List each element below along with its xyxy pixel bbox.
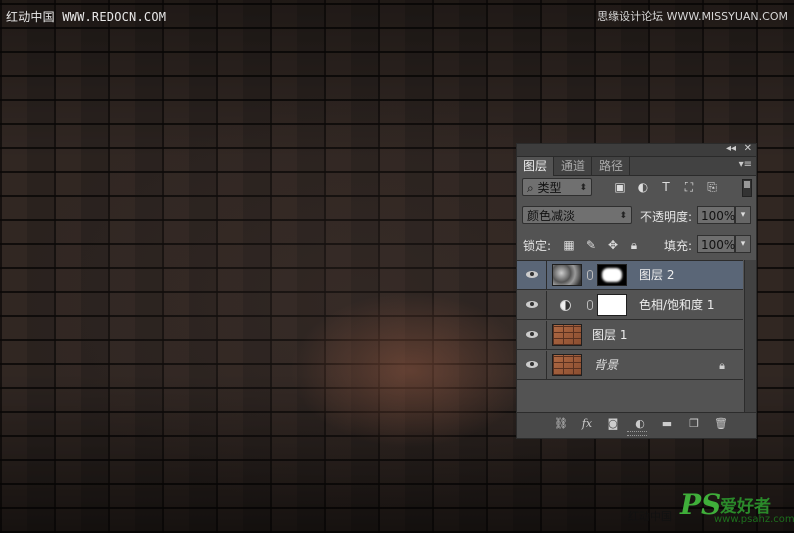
fill-label: 填充: bbox=[664, 239, 693, 253]
lock-label: 锁定: bbox=[523, 239, 552, 253]
filter-toggle[interactable] bbox=[742, 179, 752, 197]
watermark-top-right: 思缘设计论坛 WWW.MISSYUAN.COM bbox=[597, 10, 788, 23]
layer-mask-thumbnail[interactable] bbox=[597, 264, 627, 286]
hue-saturation-icon bbox=[560, 300, 571, 311]
chain-link-icon[interactable] bbox=[587, 270, 593, 280]
blend-row: 颜色减淡 ⬍ 不透明度: 100% ▾ bbox=[517, 206, 756, 228]
lock-position-icon[interactable]: ✥ bbox=[606, 238, 620, 252]
visibility-eye-icon[interactable] bbox=[517, 351, 547, 380]
layers-panel: ◂◂ ✕ 图层 通道 路径 ▾≡ ⌕ 类型 ⬍ ▣ ◐ T ⛶ ⎘ 颜色减淡 ⬍… bbox=[516, 143, 757, 439]
panel-tabs: 图层 通道 路径 ▾≡ bbox=[517, 157, 756, 176]
layer-name[interactable]: 图层 2 bbox=[639, 261, 674, 290]
lock-all-icon[interactable]: 🔒︎ bbox=[627, 238, 641, 252]
adjustment-filter-icon[interactable]: ◐ bbox=[636, 180, 650, 194]
layer-name[interactable]: 背景 bbox=[594, 351, 618, 380]
new-layer-icon[interactable]: ❐ bbox=[686, 417, 702, 431]
close-icon[interactable]: ✕ bbox=[744, 143, 752, 154]
filter-row: ⌕ 类型 ⬍ ▣ ◐ T ⛶ ⎘ bbox=[517, 178, 756, 200]
search-icon: ⌕ bbox=[527, 181, 538, 195]
add-mask-icon[interactable]: ◙ bbox=[605, 417, 621, 431]
opacity-dropdown-icon[interactable]: ▾ bbox=[735, 206, 751, 224]
layer-row[interactable]: 图层 2 bbox=[517, 261, 743, 290]
chevron-updown-icon: ⬍ bbox=[619, 211, 627, 221]
tab-paths[interactable]: 路径 bbox=[593, 157, 631, 175]
blend-mode-select[interactable]: 颜色减淡 ⬍ bbox=[522, 206, 632, 224]
watermark-top-left: 红动中国 WWW.REDOCN.COM bbox=[6, 10, 167, 24]
fill-dropdown-icon[interactable]: ▾ bbox=[735, 235, 751, 253]
panel-bottom-toolbar: ⛓ fx ◙ ◐ ▬ ❐ 🗑︎ bbox=[517, 412, 756, 438]
filter-kind-select[interactable]: ⌕ 类型 ⬍ bbox=[522, 178, 592, 196]
opacity-input[interactable]: 100% bbox=[697, 206, 735, 224]
resize-grip[interactable] bbox=[627, 431, 647, 436]
adjustment-icon[interactable]: ◐ bbox=[632, 417, 648, 431]
visibility-eye-icon[interactable] bbox=[517, 291, 547, 320]
filter-kind-label: 类型 bbox=[537, 181, 562, 195]
lock-transparent-icon[interactable]: ▦ bbox=[562, 238, 576, 252]
trash-icon[interactable]: 🗑︎ bbox=[713, 417, 729, 431]
logo-url: www.psahz.com bbox=[714, 514, 794, 525]
lock-icon: 🔒︎ bbox=[719, 359, 725, 372]
opacity-label: 不透明度: bbox=[640, 210, 693, 224]
chevron-updown-icon: ⬍ bbox=[579, 183, 587, 193]
layer-row[interactable]: 图层 1 bbox=[517, 321, 743, 350]
layer-name[interactable]: 色相/饱和度 1 bbox=[639, 291, 715, 320]
collapse-icon[interactable]: ◂◂ bbox=[726, 143, 736, 154]
layer-thumbnail bbox=[552, 324, 582, 346]
fill-input[interactable]: 100% bbox=[697, 235, 735, 253]
layer-mask-thumbnail[interactable] bbox=[597, 294, 627, 316]
smart-object-filter-icon[interactable]: ⎘ bbox=[705, 180, 719, 194]
tab-channels[interactable]: 通道 bbox=[555, 157, 593, 175]
layer-row[interactable]: 背景 🔒︎ bbox=[517, 351, 743, 380]
visibility-eye-icon[interactable] bbox=[517, 321, 547, 350]
pixel-filter-icon[interactable]: ▣ bbox=[613, 180, 627, 194]
layers-scrollbar[interactable] bbox=[744, 260, 756, 412]
panel-menu-icon[interactable]: ▾≡ bbox=[739, 159, 752, 170]
blend-mode-label: 颜色减淡 bbox=[527, 209, 576, 223]
shape-filter-icon[interactable]: ⛶ bbox=[682, 180, 696, 194]
layer-thumbnail bbox=[552, 264, 582, 286]
panel-titlebar: ◂◂ ✕ bbox=[517, 143, 756, 157]
tab-layers[interactable]: 图层 bbox=[517, 157, 555, 176]
visibility-eye-icon[interactable] bbox=[517, 261, 547, 290]
link-icon[interactable]: ⛓ bbox=[553, 417, 569, 431]
chain-link-icon[interactable] bbox=[587, 300, 593, 310]
watermark-bottom-center: 红动中国 bbox=[628, 510, 672, 523]
layer-thumbnail bbox=[552, 354, 582, 376]
lock-pixels-icon[interactable]: ✎ bbox=[584, 238, 598, 252]
fx-icon[interactable]: fx bbox=[579, 417, 595, 431]
folder-icon[interactable]: ▬ bbox=[659, 417, 675, 431]
psahz-logo: PS 爱好者 www.psahz.com bbox=[680, 488, 794, 530]
layers-list: 图层 2 色相/饱和度 1 图层 1 背景 🔒︎ bbox=[517, 260, 743, 413]
layer-name[interactable]: 图层 1 bbox=[592, 321, 627, 350]
lock-row: 锁定: ▦ ✎ ✥ 🔒︎ 填充: 100% ▾ bbox=[517, 235, 756, 257]
type-filter-icon[interactable]: T bbox=[659, 180, 673, 194]
layer-row[interactable]: 色相/饱和度 1 bbox=[517, 291, 743, 320]
